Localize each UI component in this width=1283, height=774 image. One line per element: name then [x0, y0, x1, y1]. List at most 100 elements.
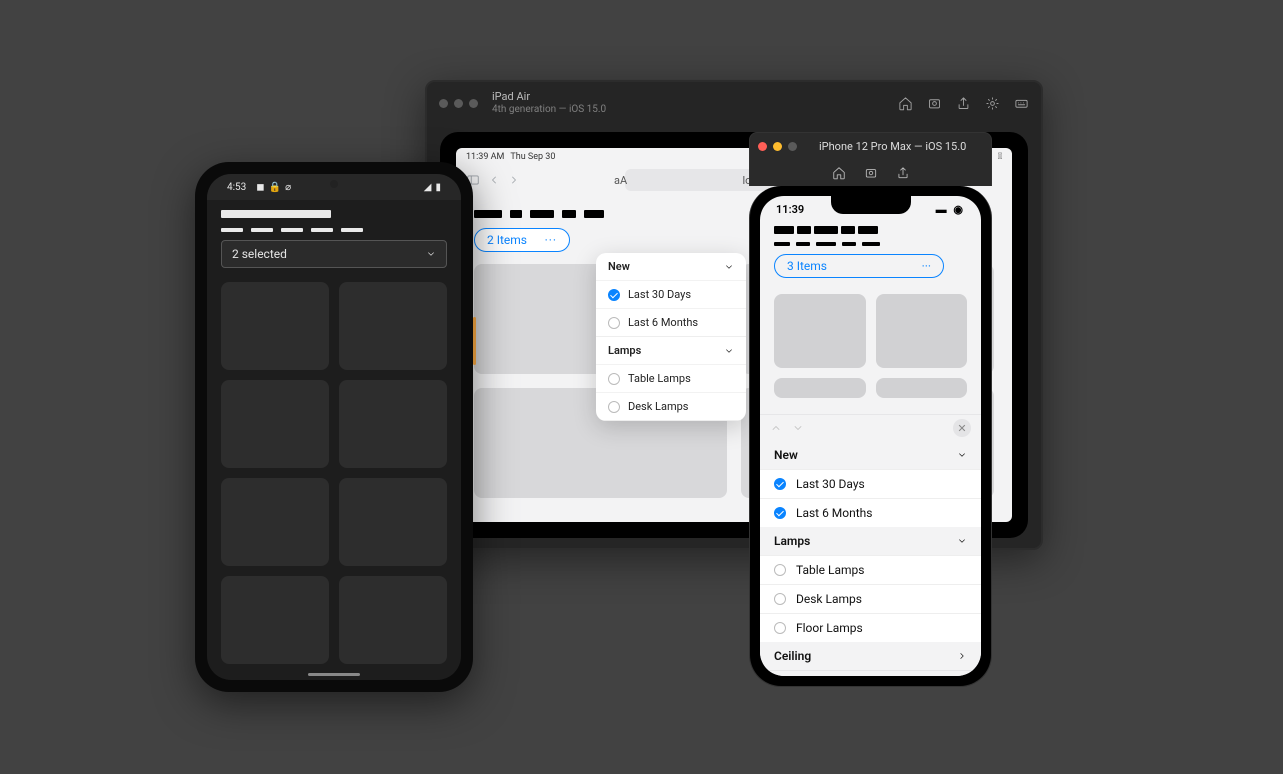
iphone-title: iPhone 12 Pro Max — iOS 15.0: [819, 140, 966, 153]
filter-option-label: Desk Lamps: [796, 592, 862, 606]
radio-checked-icon: [608, 289, 620, 301]
close-icon[interactable]: [758, 142, 767, 151]
front-camera: [330, 180, 338, 188]
traffic-lights[interactable]: [758, 142, 797, 151]
filter-chip[interactable]: 3 Items ···: [774, 254, 944, 278]
filter-option[interactable]: Last 6 Months: [596, 308, 746, 336]
filter-option[interactable]: Last 30 Days: [760, 469, 981, 498]
filter-section-title: New: [774, 448, 798, 462]
screenshot-icon[interactable]: [927, 96, 942, 111]
filter-section-title: New: [608, 260, 630, 273]
share-icon[interactable]: [896, 166, 910, 180]
radio-unchecked-icon: [774, 564, 786, 576]
filter-section-title: Lamps: [608, 344, 641, 357]
chevron-right-icon: [957, 651, 967, 661]
close-icon[interactable]: [439, 99, 448, 108]
chevron-down-icon[interactable]: [792, 422, 804, 434]
battery-icon: ▮: [435, 182, 441, 193]
filter-option[interactable]: Table Lamps: [596, 364, 746, 392]
iphone-simulator-window: iPhone 12 Pro Max — iOS 15.0 11:39 ▬ ◉ 3…: [749, 132, 992, 672]
ipad-title: iPad Air 4th generation — iOS 15.0: [492, 90, 606, 115]
product-grid: [760, 294, 981, 398]
debug-icon: ⌀: [285, 182, 291, 193]
filter-section-title: Lamps: [774, 534, 810, 548]
filter-chip[interactable]: 2 Items ···: [474, 228, 570, 252]
filter-option[interactable]: Table Lamps: [760, 555, 981, 584]
radio-unchecked-icon: [608, 317, 620, 329]
filter-option-label: Last 6 Months: [628, 316, 698, 329]
chevron-down-icon: [957, 536, 967, 546]
filter-popover: New Last 30 Days Last 6 Months Lamps: [596, 253, 746, 421]
filter-option[interactable]: Desk Lamps: [760, 584, 981, 613]
filter-option-label: Table Lamps: [796, 563, 864, 577]
traffic-lights[interactable]: [439, 99, 478, 108]
filter-option-label: Last 30 Days: [796, 477, 865, 491]
minimize-icon[interactable]: [773, 142, 782, 151]
product-card[interactable]: [221, 282, 329, 370]
screenshot-icon[interactable]: [864, 166, 878, 180]
ipad-subtitle: 4th generation — iOS 15.0: [492, 104, 606, 116]
keyboard-icon[interactable]: [1014, 96, 1029, 111]
radio-unchecked-icon: [774, 622, 786, 634]
home-icon[interactable]: [898, 96, 913, 111]
filter-option-label: Last 30 Days: [628, 288, 691, 301]
product-card[interactable]: [221, 576, 329, 664]
back-icon[interactable]: [488, 174, 500, 186]
filter-option[interactable]: Floor Lamps: [760, 613, 981, 642]
brightness-icon[interactable]: [985, 96, 1000, 111]
share-icon[interactable]: [956, 96, 971, 111]
filter-select[interactable]: 2 selected: [221, 240, 447, 268]
iphone-toolbar: [749, 160, 992, 186]
filter-option-label: Desk Lamps: [628, 400, 688, 413]
product-card[interactable]: [339, 478, 447, 566]
filter-option-label: Last 6 Months: [796, 506, 872, 520]
reader-aa-label[interactable]: aA: [614, 174, 627, 187]
chip-more-icon: ···: [545, 233, 557, 247]
product-card[interactable]: [339, 576, 447, 664]
home-icon[interactable]: [832, 166, 846, 180]
filter-option[interactable]: Desk Lamps: [596, 392, 746, 420]
filter-section-header[interactable]: By Room: [760, 670, 981, 676]
iphone-screen: 11:39 ▬ ◉ 3 Items ···: [760, 196, 981, 676]
product-card[interactable]: [774, 378, 866, 398]
power-button[interactable]: [473, 317, 476, 365]
zoom-icon[interactable]: [469, 99, 478, 108]
iphone-titlebar[interactable]: iPhone 12 Pro Max — iOS 15.0: [749, 132, 992, 160]
iphone-device-frame: 11:39 ▬ ◉ 3 Items ···: [749, 186, 992, 687]
filter-section-header[interactable]: Lamps: [760, 527, 981, 555]
radio-unchecked-icon: [608, 373, 620, 385]
radio-unchecked-icon: [608, 401, 620, 413]
product-card[interactable]: [221, 380, 329, 468]
nav-handle[interactable]: [308, 673, 360, 676]
product-card[interactable]: [876, 294, 968, 368]
product-card[interactable]: [339, 380, 447, 468]
filter-section-header[interactable]: Ceiling: [760, 642, 981, 670]
product-card[interactable]: [221, 478, 329, 566]
radio-checked-icon: [774, 507, 786, 519]
product-grid: [221, 282, 447, 664]
filter-option[interactable]: Last 6 Months: [760, 498, 981, 527]
sheet-list: New Last 30 Days Last 6 Months Lamps Tab…: [760, 441, 981, 676]
close-sheet-button[interactable]: ✕: [953, 419, 971, 437]
filter-section-header[interactable]: New: [760, 441, 981, 469]
product-card[interactable]: [339, 282, 447, 370]
product-card[interactable]: [876, 378, 968, 398]
android-device-frame: 4:53 ◼ 🔒 ⌀ ◢ ▮ 2 selected: [195, 162, 473, 692]
ipad-time: 11:39 AM: [466, 152, 504, 162]
chevron-up-icon[interactable]: [770, 422, 782, 434]
filter-section-header[interactable]: New: [596, 253, 746, 280]
sheet-toolbar: ✕: [760, 415, 981, 441]
zoom-icon[interactable]: [788, 142, 797, 151]
ipad-titlebar[interactable]: iPad Air 4th generation — iOS 15.0: [427, 82, 1041, 124]
iphone-time: 11:39: [776, 203, 804, 216]
iphone-page-header: 3 Items ···: [760, 222, 981, 286]
forward-icon[interactable]: [508, 174, 520, 186]
chevron-down-icon: [957, 450, 967, 460]
android-page: 2 selected: [207, 200, 461, 674]
filter-section-header[interactable]: Lamps: [596, 337, 746, 364]
filter-option[interactable]: Last 30 Days: [596, 280, 746, 308]
ipad-title-text: iPad Air: [492, 90, 606, 103]
product-card[interactable]: [774, 294, 866, 368]
minimize-icon[interactable]: [454, 99, 463, 108]
radio-unchecked-icon: [774, 593, 786, 605]
